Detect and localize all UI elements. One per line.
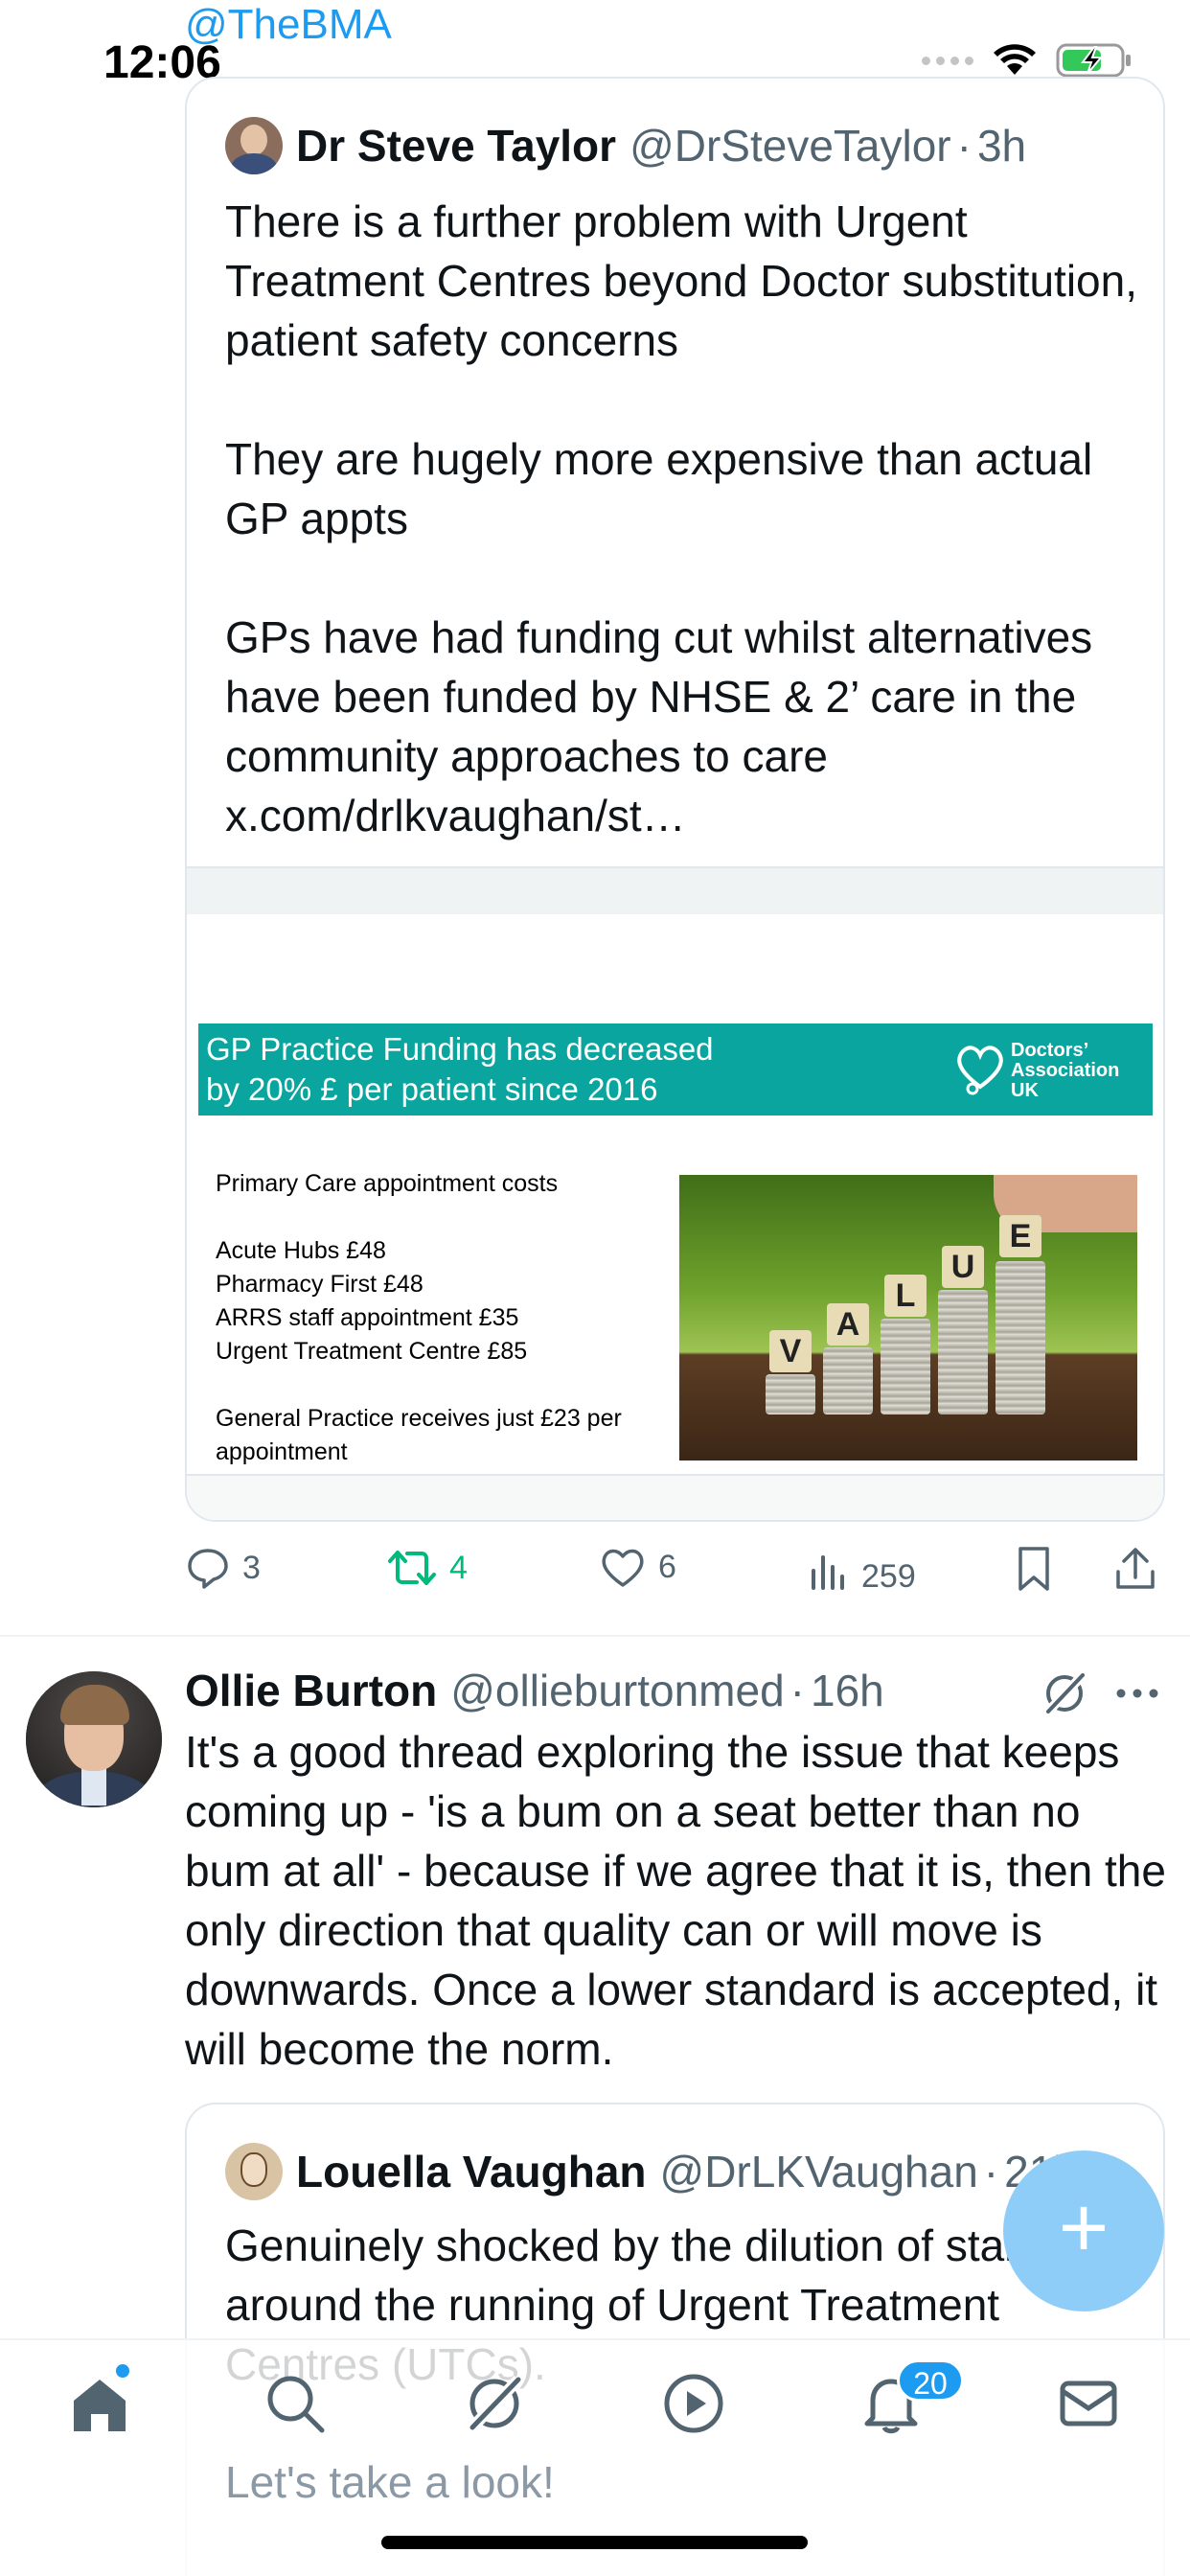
like-count: 6 bbox=[658, 1548, 676, 1585]
value-letter: V bbox=[769, 1330, 812, 1372]
value-letter: L bbox=[884, 1275, 927, 1317]
compose-hint-text[interactable]: Let's take a look! bbox=[225, 2453, 555, 2511]
slide-line: Pharmacy First £48 bbox=[216, 1271, 423, 1298]
author-handle[interactable]: @DrLKVaughan bbox=[660, 2146, 978, 2197]
status-icons bbox=[922, 42, 1133, 79]
reply-button[interactable]: 3 bbox=[185, 1545, 261, 1591]
value-letter: A bbox=[827, 1303, 869, 1346]
slide-line: General Practice receives just £23 per a… bbox=[216, 1405, 622, 1465]
messages-icon bbox=[1060, 2380, 1117, 2426]
timestamp: 3h bbox=[976, 121, 1027, 171]
banner-text: GP Practice Funding has decreased by 20%… bbox=[206, 1031, 714, 1107]
heart-icon bbox=[602, 1549, 644, 1587]
slide-line bbox=[216, 1368, 675, 1402]
slide-line bbox=[216, 1201, 675, 1234]
notifications-badge: 20 bbox=[897, 2359, 964, 2402]
analytics-icon bbox=[812, 1554, 844, 1590]
avatar[interactable] bbox=[225, 117, 283, 174]
reply-icon bbox=[188, 1549, 228, 1589]
quoted-tweet-header: Dr Steve Taylor @DrSteveTaylor · 3h bbox=[225, 117, 1026, 174]
home-unread-dot bbox=[113, 2361, 132, 2380]
logo-text: Doctors’ Association UK bbox=[1011, 1040, 1120, 1101]
separator: · bbox=[983, 2147, 999, 2196]
retweet-icon bbox=[388, 1551, 436, 1585]
views-button[interactable]: 259 bbox=[808, 1545, 916, 1596]
avatar[interactable] bbox=[26, 1671, 162, 1807]
battery-charging-icon bbox=[1056, 43, 1131, 78]
nav-video[interactable] bbox=[657, 2367, 730, 2440]
quoted-tweet-text: There is a further problem with Urgent T… bbox=[225, 196, 1137, 840]
value-letter: E bbox=[999, 1215, 1041, 1257]
nav-grok[interactable] bbox=[458, 2367, 531, 2440]
tweet-action-bar: 3 4 6 259 bbox=[185, 1545, 1165, 1598]
value-letter: U bbox=[942, 1246, 984, 1288]
media-top-band bbox=[187, 866, 1163, 914]
retweet-count: 4 bbox=[449, 1549, 468, 1586]
slide-text: Primary Care appointment costs Acute Hub… bbox=[216, 1167, 675, 1469]
compose-button[interactable]: + bbox=[1003, 2150, 1164, 2312]
slide-line: ARRS staff appointment £35 bbox=[216, 1304, 519, 1331]
tweet-text: It's a good thread exploring the issue t… bbox=[185, 1727, 1166, 2074]
home-icon bbox=[74, 2380, 126, 2431]
author-name[interactable]: Louella Vaughan bbox=[296, 2146, 647, 2197]
tweet-media-image[interactable]: GP Practice Funding has decreased by 20%… bbox=[187, 914, 1163, 1520]
grok-icon[interactable] bbox=[1041, 1669, 1088, 1717]
home-indicator[interactable] bbox=[381, 2536, 808, 2549]
author-name[interactable]: Dr Steve Taylor bbox=[296, 120, 616, 172]
grok-icon bbox=[468, 2375, 523, 2432]
slide-line: Primary Care appointment costs bbox=[216, 1170, 559, 1197]
avatar[interactable] bbox=[225, 2143, 283, 2200]
bookmark-icon[interactable] bbox=[1013, 1545, 1055, 1593]
heart-logo-icon bbox=[957, 1046, 1003, 1095]
compose-plus-label: + bbox=[1058, 2180, 1110, 2276]
retweet-button[interactable]: 4 bbox=[386, 1545, 468, 1591]
quoted-tweet-header: Louella Vaughan @DrLKVaughan · 21h bbox=[225, 2143, 1078, 2200]
nav-search[interactable] bbox=[259, 2367, 332, 2440]
author-handle[interactable]: @DrSteveTaylor bbox=[629, 120, 951, 172]
search-icon bbox=[267, 2376, 325, 2433]
author-handle[interactable]: @ollieburtonmed bbox=[450, 1662, 784, 1719]
like-button[interactable]: 6 bbox=[599, 1545, 676, 1589]
author-name[interactable]: Ollie Burton bbox=[185, 1662, 437, 1719]
quoted-tweet-card[interactable]: Dr Steve Taylor @DrSteveTaylor · 3h Ther… bbox=[185, 77, 1165, 1522]
separator: · bbox=[956, 121, 972, 171]
reply-count: 3 bbox=[242, 1549, 261, 1586]
separator: · bbox=[790, 1666, 805, 1715]
tweet-header: Ollie Burton @ollieburtonmed · 16h bbox=[185, 1662, 884, 1719]
media-bottom-band bbox=[187, 1474, 1163, 1520]
nav-messages[interactable] bbox=[1052, 2367, 1125, 2440]
view-count: 259 bbox=[861, 1558, 916, 1595]
value-coins-photo: V A L U E bbox=[679, 1175, 1137, 1460]
timestamp: 16h bbox=[811, 1666, 884, 1715]
signal-dots-icon bbox=[922, 56, 973, 65]
video-icon bbox=[664, 2374, 723, 2433]
slide-line: Urgent Treatment Centre £85 bbox=[216, 1338, 528, 1365]
more-options-icon[interactable] bbox=[1115, 1687, 1159, 1700]
funding-banner: GP Practice Funding has decreased by 20%… bbox=[198, 1024, 1153, 1116]
share-icon[interactable] bbox=[1112, 1545, 1158, 1593]
tweet-divider bbox=[0, 1635, 1190, 1637]
wifi-icon bbox=[994, 44, 1036, 75]
slide-line: Acute Hubs £48 bbox=[216, 1237, 386, 1264]
